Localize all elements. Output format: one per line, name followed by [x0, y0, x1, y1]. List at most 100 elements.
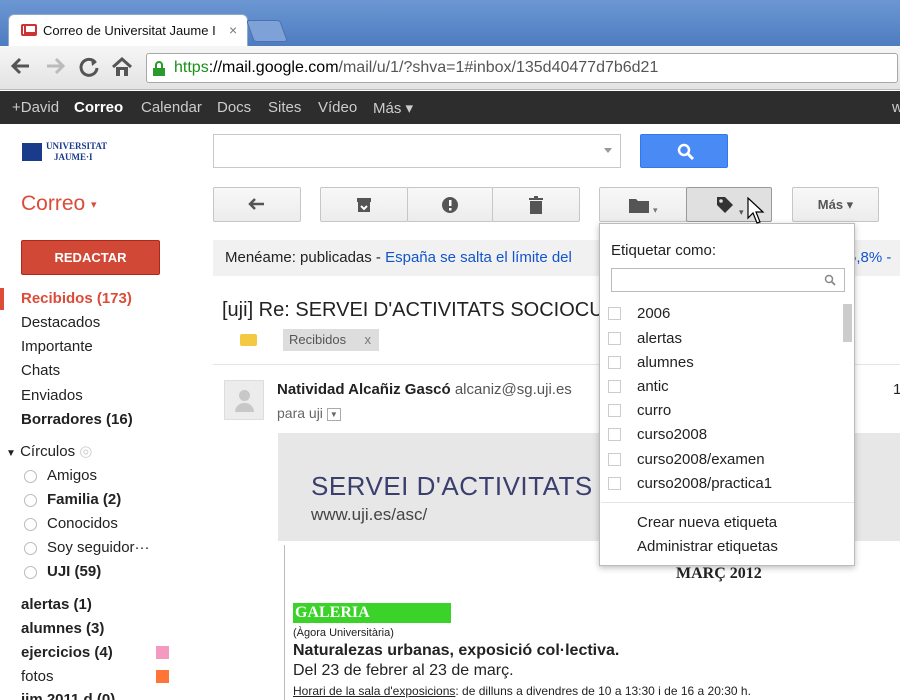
remove-label-icon[interactable]: x [365, 329, 372, 351]
circle-icon [24, 494, 37, 507]
checkbox[interactable] [608, 428, 621, 441]
nav-sent[interactable]: Enviados [21, 387, 83, 404]
label-option[interactable]: antic [600, 375, 842, 399]
address-bar[interactable]: https://mail.google.com/mail/u/1/?shva=1… [146, 53, 898, 83]
move-to-button[interactable]: ▾ [599, 187, 687, 222]
gbar-item-more[interactable]: Más ▾ [373, 99, 413, 117]
recipient-line: para uji ▼ [277, 405, 341, 421]
circle-acquaintances[interactable]: Conocidos [47, 515, 118, 532]
label-option[interactable]: curso2008/examen [600, 448, 842, 472]
hours-text: Horari de la sala d'exposicions: de dill… [293, 684, 751, 698]
back-to-inbox-button[interactable] [213, 187, 301, 222]
checkbox[interactable] [608, 380, 621, 393]
new-tab-button[interactable] [245, 20, 289, 42]
sender-line[interactable]: Natividad Alcañiz Gascó alcaniz@sg.uji.e… [277, 381, 572, 398]
gbar-right-text: w [892, 99, 900, 116]
month-heading: MARÇ 2012 [676, 565, 762, 582]
tab-close-icon[interactable]: × [229, 22, 237, 38]
gbar-item-sites[interactable]: Sites [268, 99, 301, 116]
chevron-down-icon: ▾ [738, 207, 744, 217]
label-alumnes[interactable]: alumnes (3) [21, 620, 104, 637]
gbar-item-docs[interactable]: Docs [217, 99, 251, 116]
gmail-favicon-icon [21, 24, 37, 36]
archive-button[interactable] [320, 187, 408, 222]
app-title[interactable]: Correo ▾ [21, 192, 97, 216]
nav-drafts[interactable]: Borradores (16) [21, 411, 133, 428]
checkbox[interactable] [608, 332, 621, 345]
label-menu-title: Etiquetar como: [611, 242, 717, 259]
label-option[interactable]: curso2008 [600, 423, 842, 447]
checkbox[interactable] [608, 453, 621, 466]
label-fotos[interactable]: fotos [21, 668, 54, 685]
label-option[interactable]: alumnes [600, 351, 842, 375]
gbar-item-correo[interactable]: Correo [74, 99, 123, 116]
delete-button[interactable] [492, 187, 580, 222]
back-arrow-icon[interactable] [10, 56, 32, 82]
nav-inbox[interactable]: Recibidos (173) [21, 290, 132, 307]
browser-tab[interactable]: Correo de Universitat Jaume I × [8, 14, 248, 48]
selected-indicator [0, 288, 4, 310]
banner-url[interactable]: www.uji.es/asc/ [311, 505, 427, 525]
circles-icon: ◎ [79, 443, 93, 460]
nav-circles[interactable]: ▼ Círculos ◎ [6, 442, 92, 460]
spam-icon [442, 197, 458, 213]
important-marker-icon[interactable] [240, 334, 257, 346]
sender-avatar[interactable] [224, 380, 264, 420]
reload-icon[interactable] [78, 56, 100, 84]
more-button[interactable]: Más ▾ [792, 187, 879, 222]
exhibit-title: Naturalezas urbanas, exposició col·lecti… [293, 642, 620, 659]
menu-divider [601, 502, 854, 503]
circle-uji[interactable]: UJI (59) [47, 563, 101, 580]
chevron-down-icon: ▾ [91, 198, 97, 211]
label-color-swatch[interactable] [156, 646, 169, 659]
nav-starred[interactable]: Destacados [21, 314, 100, 331]
search-button[interactable] [640, 134, 728, 168]
label-list-scrollbar[interactable] [843, 304, 852, 342]
mail-search-input[interactable] [213, 134, 621, 168]
show-details-icon[interactable]: ▼ [326, 407, 341, 421]
archive-icon [357, 198, 371, 212]
message-count: 1 [893, 381, 900, 398]
nav-important[interactable]: Importante [21, 338, 93, 355]
nav-chats[interactable]: Chats [21, 362, 60, 379]
search-options-caret-icon[interactable] [604, 148, 612, 153]
url-text: https://mail.google.com/mail/u/1/?shva=1… [174, 59, 659, 76]
trash-icon [529, 196, 543, 214]
gbar-item-video[interactable]: Vídeo [318, 99, 357, 116]
galeria-heading: GALERIA OCTUBRE [293, 603, 451, 641]
label-search-input[interactable] [611, 268, 845, 292]
gbar-item-calendar[interactable]: Calendar [141, 99, 202, 116]
chevron-down-icon: ▾ [652, 205, 658, 215]
mouse-cursor-icon [747, 197, 765, 224]
circle-family[interactable]: Familia (2) [47, 491, 121, 508]
logo-text: UNIVERSITAT JAUME·I [46, 141, 108, 162]
label-option[interactable]: alertas [600, 327, 842, 351]
inbox-label-chip[interactable]: Recibidos x [283, 329, 379, 351]
checkbox[interactable] [608, 356, 621, 369]
forward-arrow-icon[interactable] [44, 56, 66, 82]
label-jim[interactable]: jim 2011 d (0) [21, 691, 115, 700]
manage-labels-item[interactable]: Administrar etiquetas [637, 538, 778, 555]
compose-button[interactable]: REDACTAR [21, 240, 160, 275]
circle-friends[interactable]: Amigos [47, 467, 97, 484]
label-option[interactable]: curso2008/practica1 [600, 472, 842, 496]
label-ejercicios[interactable]: ejercicios (4) [21, 644, 113, 661]
label-as-menu: Etiquetar como: 2006 alertas alumnes ant… [599, 223, 855, 566]
triangle-down-icon: ▼ [6, 448, 16, 459]
browser-toolbar: https://mail.google.com/mail/u/1/?shva=1… [0, 46, 900, 90]
university-logo[interactable]: UNIVERSITAT JAUME·I [22, 141, 132, 165]
body-rule [284, 545, 285, 700]
label-option[interactable]: curro [600, 399, 842, 423]
gbar-item-profile[interactable]: +David [12, 99, 59, 116]
label-alertas[interactable]: alertas (1) [21, 596, 92, 613]
circle-following[interactable]: Soy seguidor··· [47, 539, 150, 556]
home-icon[interactable] [111, 56, 133, 84]
checkbox[interactable] [608, 307, 621, 320]
label-option[interactable]: 2006 [600, 302, 842, 326]
checkbox[interactable] [608, 404, 621, 417]
label-color-swatch[interactable] [156, 670, 169, 683]
create-label-item[interactable]: Crear nueva etiqueta [637, 514, 777, 531]
checkbox[interactable] [608, 477, 621, 490]
circle-icon [24, 470, 37, 483]
report-spam-button[interactable] [407, 187, 493, 222]
